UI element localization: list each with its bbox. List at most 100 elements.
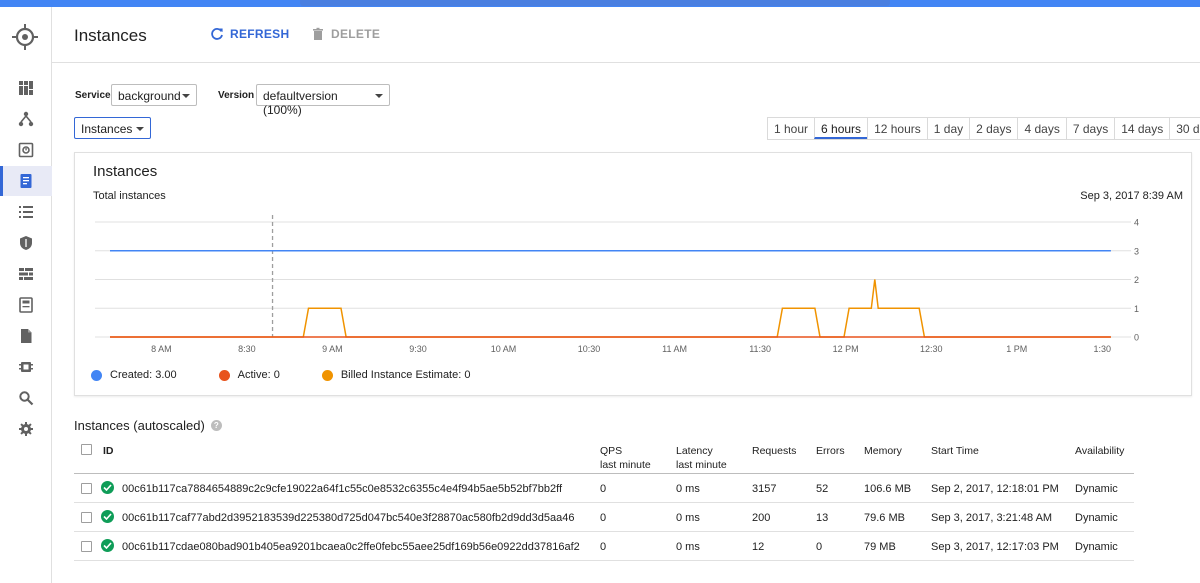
page-header: Instances REFRESH DELETE <box>52 7 1200 63</box>
cell-latency: 0 ms <box>676 541 700 553</box>
cell-availability: Dynamic <box>1075 512 1118 524</box>
x-tick-label: 12 PM <box>833 344 859 354</box>
service-label: Service <box>75 90 111 101</box>
page-title: Instances <box>74 26 147 45</box>
cell-requests: 3157 <box>752 483 777 495</box>
legend-item[interactable]: Created: 3.00 <box>91 369 177 381</box>
col-qps-label: QPS <box>600 445 623 457</box>
cell-qps: 0 <box>600 483 607 495</box>
refresh-icon <box>211 28 223 40</box>
x-tick-label: 9:30 <box>409 344 427 354</box>
col-errors[interactable]: Errors <box>816 444 845 458</box>
quotas-icon[interactable] <box>0 290 52 320</box>
firewall-rules-icon[interactable] <box>0 259 52 289</box>
metric-value: Instances <box>81 122 133 136</box>
settings-icon[interactable] <box>0 414 52 444</box>
time-range-14-days[interactable]: 14 days <box>1114 118 1169 139</box>
x-tick-label: 11 AM <box>662 344 687 354</box>
top-bar <box>0 0 1200 7</box>
service-value: background <box>118 89 181 103</box>
blobstore-icon[interactable] <box>0 321 52 351</box>
dashboard-icon[interactable] <box>0 73 52 103</box>
x-tick-label: 10:30 <box>578 344 601 354</box>
cell-availability: Dynamic <box>1075 483 1118 495</box>
trash-icon <box>313 27 323 40</box>
col-qps-sub: last minute <box>600 459 651 471</box>
row-checkbox[interactable] <box>81 483 92 494</box>
search-icon[interactable] <box>0 383 52 413</box>
version-label: Version <box>218 90 255 101</box>
cell-errors: 0 <box>816 541 823 553</box>
cell-start-time: Sep 3, 2017, 3:21:48 AM <box>931 512 1053 524</box>
col-requests[interactable]: Requests <box>752 444 796 458</box>
col-id[interactable]: ID <box>103 444 114 458</box>
row-checkbox[interactable] <box>81 512 92 523</box>
legend-label: Active: 0 <box>237 369 280 381</box>
table-title: Instances (autoscaled) <box>74 418 205 433</box>
metric-select[interactable]: Instances <box>74 117 151 139</box>
table-row[interactable]: 00c61b117caf77abd2d3952183539d225380d725… <box>74 503 1134 532</box>
legend-item[interactable]: Active: 0 <box>218 369 280 381</box>
col-availability[interactable]: Availability <box>1075 444 1124 458</box>
table-row[interactable]: 00c61b117cdae080bad901b405ea9201bcaea0c2… <box>74 532 1134 561</box>
legend-dot-icon <box>91 369 102 381</box>
legend-dot-icon <box>321 369 333 381</box>
time-range-30-days[interactable]: 30 days <box>1169 118 1200 139</box>
x-tick-label: 12:30 <box>920 344 943 354</box>
app-engine-logo-icon[interactable] <box>10 22 40 52</box>
refresh-button[interactable]: REFRESH <box>210 27 289 41</box>
security-scans-icon[interactable] <box>0 228 52 258</box>
cell-start-time: Sep 3, 2017, 12:17:03 PM <box>931 541 1059 553</box>
table-row[interactable]: 00c61b117ca7884654889c2c9cfe19022a64f1c5… <box>74 474 1134 503</box>
cell-availability: Dynamic <box>1075 541 1118 553</box>
memcache-icon[interactable] <box>0 352 52 382</box>
col-latency[interactable]: Latency last minute <box>676 444 727 472</box>
cell-errors: 13 <box>816 512 829 524</box>
select-all-checkbox[interactable] <box>81 444 92 455</box>
help-icon[interactable]: ? <box>210 420 222 431</box>
col-start-time[interactable]: Start Time <box>931 444 979 458</box>
version-select[interactable]: defaultversion (100%) <box>256 84 390 117</box>
refresh-label: REFRESH <box>230 27 290 41</box>
instances-chart: 0 1 2 3 4 8 AM 8:30 9 AM 9:30 10 AM 10:30 11 AM 11:3… <box>95 215 1139 354</box>
time-range-2-days[interactable]: 2 days <box>969 118 1017 139</box>
instance-id[interactable]: 00c61b117ca7884654889c2c9cfe19022a64f1c5… <box>122 483 562 495</box>
row-checkbox[interactable] <box>81 541 92 552</box>
service-select[interactable]: background <box>111 84 197 106</box>
delete-button[interactable]: DELETE <box>311 27 380 41</box>
time-range-4-days[interactable]: 4 days <box>1017 118 1065 139</box>
cell-memory: 106.6 MB <box>864 483 912 495</box>
legend-dot-icon <box>218 369 230 381</box>
time-range-1-hour[interactable]: 1 hour <box>768 118 814 139</box>
x-tick-label: 1 PM <box>1006 344 1027 354</box>
instance-id[interactable]: 00c61b117caf77abd2d3952183539d225380d725… <box>122 512 574 524</box>
services-icon[interactable] <box>0 104 52 134</box>
table-header-row: ID QPS last minute Latency last minute R… <box>74 437 1134 474</box>
cell-latency: 0 ms <box>676 483 700 495</box>
time-range-7-days[interactable]: 7 days <box>1065 118 1114 139</box>
time-range-12-hours[interactable]: 12 hours <box>867 118 927 139</box>
cell-qps: 0 <box>600 541 607 553</box>
status-ok-icon <box>101 481 114 494</box>
chevron-down-icon <box>136 127 144 131</box>
chevron-down-icon <box>375 94 383 98</box>
chevron-down-icon <box>182 94 190 98</box>
status-ok-icon <box>101 510 114 523</box>
cell-errors: 52 <box>816 483 829 495</box>
instances-icon[interactable] <box>0 166 52 196</box>
x-tick-label: 10 AM <box>491 344 517 354</box>
x-tick-label: 11:30 <box>749 344 771 354</box>
status-ok-icon <box>101 539 114 552</box>
y-tick-label: 2 <box>1134 275 1139 285</box>
instance-id[interactable]: 00c61b117cdae080bad901b405ea9201bcaea0c2… <box>122 541 580 553</box>
col-memory[interactable]: Memory <box>864 444 902 458</box>
time-range-6-hours[interactable]: 6 hours <box>814 118 868 139</box>
table-section-title: Instances (autoscaled) ? <box>74 418 222 433</box>
cell-requests: 12 <box>752 541 765 553</box>
legend-item[interactable]: Billed Instance Estimate: 0 <box>321 369 470 381</box>
task-queues-icon[interactable] <box>0 197 52 227</box>
instances-chart-card: Instances Total instances Sep 3, 2017 8:… <box>74 152 1192 396</box>
versions-icon[interactable] <box>0 135 52 165</box>
time-range-1-day[interactable]: 1 day <box>926 118 969 139</box>
col-qps[interactable]: QPS last minute <box>600 444 651 472</box>
